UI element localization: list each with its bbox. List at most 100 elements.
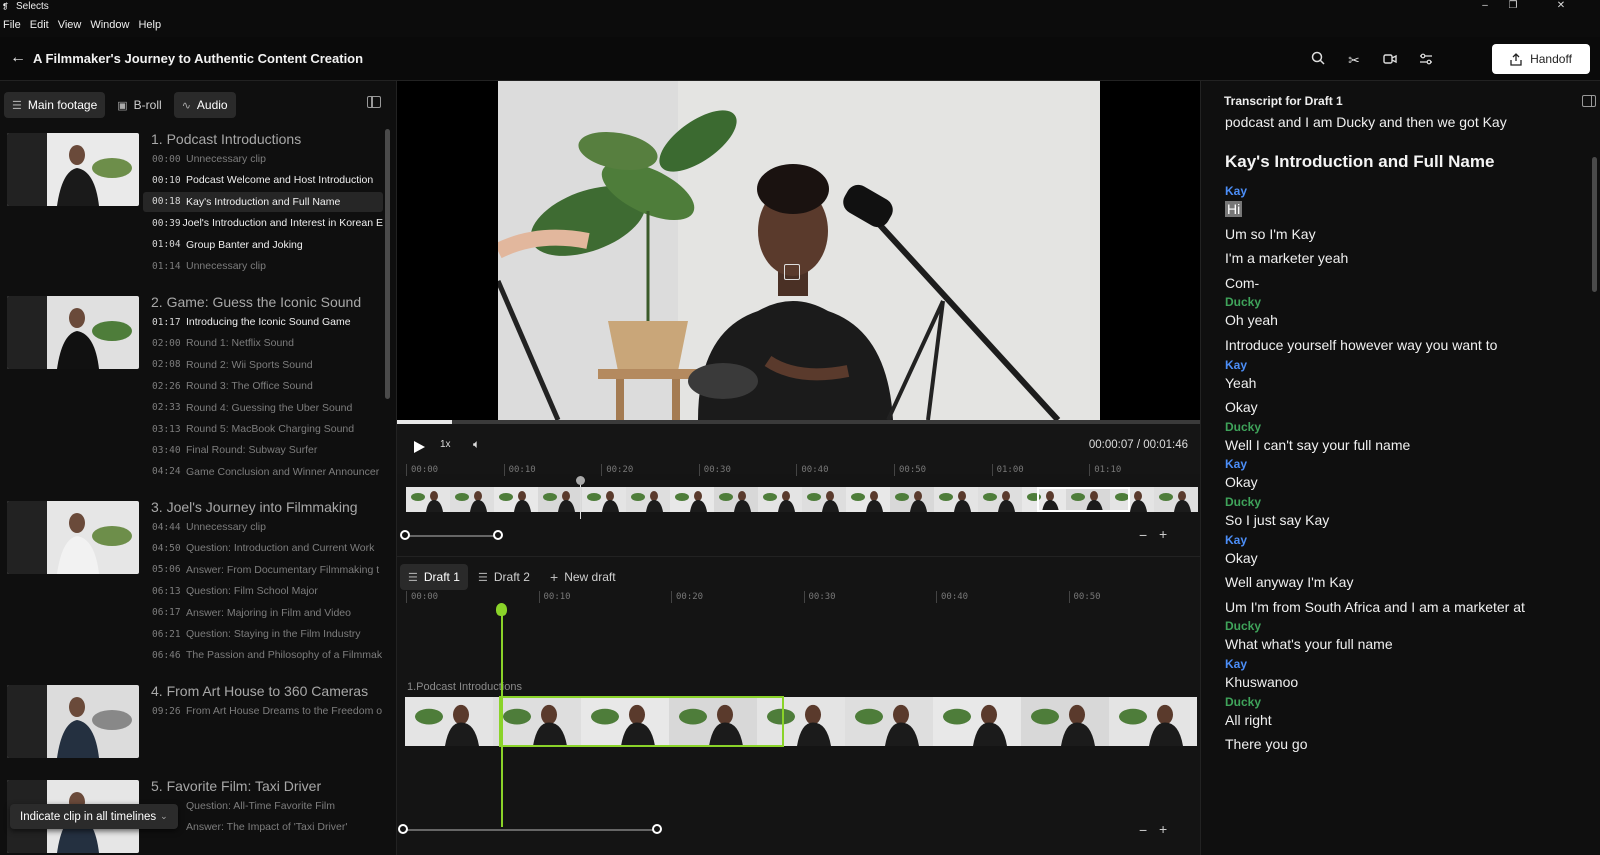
section-title[interactable]: 5. Favorite Film: Taxi Driver <box>151 778 321 794</box>
section-thumbnail[interactable] <box>7 685 139 758</box>
clip-row[interactable]: 01:04 Group Banter and Joking <box>143 235 383 255</box>
clip-row[interactable]: 02:26 Round 3: The Office Sound <box>143 376 383 396</box>
transcript-line[interactable]: Um I'm from South Africa and I am a mark… <box>1225 599 1525 615</box>
menu-edit[interactable]: Edit <box>30 19 49 31</box>
clip-row[interactable]: 09:26 From Art House Dreams to the Freedo… <box>143 701 383 721</box>
source-playhead-knob[interactable] <box>576 476 585 485</box>
tab-audio[interactable]: ∿ Audio <box>173 92 236 118</box>
clip-row[interactable]: 01:17 Introducing the Iconic Sound Game <box>143 312 383 332</box>
clip-row[interactable]: 02:08 Round 2: Wii Sports Sound <box>143 355 383 375</box>
clip-row[interactable]: 06:21 Question: Staying in the Film Indus… <box>143 624 383 644</box>
transcript-line[interactable]: So I just say Kay <box>1225 512 1329 528</box>
draft-playhead[interactable] <box>501 614 503 827</box>
clip-row[interactable]: 04:44 Unnecessary clip <box>143 517 383 537</box>
new-draft-button[interactable]: + New draft <box>542 564 624 590</box>
clip-row[interactable]: 03:13 Round 5: MacBook Charging Sound <box>143 419 383 439</box>
section-thumbnail[interactable] <box>7 296 139 369</box>
clip-row[interactable]: 06:13 Question: Film School Major <box>143 581 383 601</box>
sliders-icon[interactable] <box>1416 50 1436 70</box>
transcript-line[interactable]: Okay <box>1225 474 1258 490</box>
clip-row[interactable]: 05:06 Answer: From Documentary Filmmaking… <box>143 560 383 580</box>
section-list-scrollbar[interactable] <box>385 129 390 399</box>
tab-draft-1[interactable]: ☰ Draft 1 <box>400 564 468 590</box>
tab-draft-2[interactable]: ☰ Draft 2 <box>470 564 538 590</box>
transcript-line[interactable]: There you go <box>1225 736 1308 752</box>
footage-panel: ☰ Main footage ▣ B-roll ∿ Audio 1. Podcast … <box>0 81 397 855</box>
search-icon[interactable] <box>1308 50 1328 70</box>
zoom-in-icon[interactable]: + <box>1159 821 1167 837</box>
zoom-out-icon[interactable]: − <box>1139 527 1147 543</box>
transcript-line[interactable]: Well anyway I'm Kay <box>1225 574 1353 590</box>
back-arrow-icon[interactable]: ← <box>10 49 26 67</box>
transcript-line[interactable]: Hi <box>1225 201 1243 217</box>
transcript-line[interactable]: Okay <box>1225 550 1258 566</box>
clip-row[interactable]: 00:00 Unnecessary clip <box>143 149 383 169</box>
source-zoom-end-handle[interactable] <box>493 530 503 540</box>
section-title[interactable]: 3. Joel's Journey into Filmmaking <box>151 499 358 515</box>
filmstrip-frame <box>1021 697 1109 746</box>
clip-row[interactable]: 02:33 Round 4: Guessing the Uber Sound <box>143 398 383 418</box>
transcript-line[interactable]: All right <box>1225 712 1272 728</box>
indicate-clip-dropdown[interactable]: Indicate clip in all timelines ⌄ <box>10 804 178 829</box>
clip-label: Answer: From Documentary Filmmaking t <box>186 563 380 576</box>
clip-row[interactable]: 03:40 Final Round: Subway Surfer <box>143 440 383 460</box>
transcript-line[interactable]: Um so I'm Kay <box>1225 226 1316 242</box>
clip-label: Round 5: MacBook Charging Sound <box>186 423 355 435</box>
tab-main-footage[interactable]: ☰ Main footage <box>4 92 106 118</box>
source-zoom-start-handle[interactable] <box>400 530 410 540</box>
clip-row[interactable]: 00:10 Podcast Welcome and Host Introducti… <box>143 170 383 190</box>
transcript-line[interactable]: podcast and I am Ducky and then we got K… <box>1225 114 1507 130</box>
speaker-label: Ducky <box>1225 295 1262 310</box>
clip-row[interactable]: 06:17 Answer: Majoring in Film and Video <box>143 603 383 623</box>
collapse-panel-icon[interactable] <box>1582 95 1596 107</box>
close-icon[interactable]: ✕ <box>1541 0 1581 13</box>
handoff-button[interactable]: Handoff <box>1492 44 1590 74</box>
transcript-line[interactable]: Introduce yourself however way you want … <box>1225 337 1497 353</box>
transcript-line[interactable]: Oh yeah <box>1225 312 1278 328</box>
transcript-line[interactable]: Yeah <box>1225 375 1256 391</box>
transcript-line[interactable]: Well I can't say your full name <box>1225 437 1410 453</box>
section-title[interactable]: 4. From Art House to 360 Cameras <box>151 683 368 699</box>
clip-row[interactable]: 02:00 Round 1: Netflix Sound <box>143 333 383 353</box>
clip-row[interactable]: Question: All-Time Favorite Film <box>143 796 383 816</box>
menu-help[interactable]: Help <box>138 19 161 31</box>
zoom-in-icon[interactable]: + <box>1159 526 1167 542</box>
transcript-line[interactable]: Com- <box>1225 275 1259 291</box>
menu-file[interactable]: File <box>3 19 21 31</box>
collapse-panel-icon[interactable] <box>367 96 381 108</box>
section-thumbnail[interactable] <box>7 501 139 574</box>
transcript-line[interactable]: I'm a marketer yeah <box>1225 250 1348 266</box>
tab-b-roll[interactable]: ▣ B-roll <box>109 92 169 118</box>
draft-playhead-knob[interactable] <box>496 603 507 616</box>
source-playhead[interactable] <box>580 479 581 519</box>
clip-row[interactable]: Answer: The Impact of 'Taxi Driver' <box>143 817 383 837</box>
scissors-icon[interactable]: ✂ <box>1344 50 1364 70</box>
transcript-line[interactable]: Okay <box>1225 399 1258 415</box>
menu-window[interactable]: Window <box>90 19 129 31</box>
clip-row[interactable]: 06:46 The Passion and Philosophy of a Fil… <box>143 645 383 665</box>
clip-row[interactable]: 01:14 Unnecessary clip <box>143 256 383 276</box>
playback-speed[interactable]: 1x <box>440 439 451 450</box>
section-title[interactable]: 1. Podcast Introductions <box>151 131 301 147</box>
speaker-label: Kay <box>1225 532 1248 547</box>
play-icon[interactable] <box>414 441 425 453</box>
section-thumbnail[interactable] <box>7 133 139 206</box>
transcript-line[interactable]: What what's your full name <box>1225 636 1393 652</box>
video-player[interactable] <box>397 81 1200 420</box>
highlighted-word[interactable]: Hi <box>1225 201 1243 217</box>
draft-timeline-strip[interactable] <box>405 697 1200 746</box>
clip-row[interactable]: 04:50 Question: Introduction and Current … <box>143 538 383 558</box>
transcript-scrollbar[interactable] <box>1592 157 1597 292</box>
video-camera-icon[interactable] <box>1380 50 1400 70</box>
zoom-out-icon[interactable]: − <box>1139 822 1147 838</box>
section-title[interactable]: 2. Game: Guess the Iconic Sound <box>151 294 361 310</box>
clip-row[interactable]: 04:24 Game Conclusion and Winner Announce… <box>143 462 383 482</box>
restore-icon[interactable]: ❐ <box>1493 0 1533 13</box>
menu-view[interactable]: View <box>58 19 82 31</box>
clip-row[interactable]: 00:39 Joel's Introduction and Interest in… <box>143 213 383 233</box>
transcript-line[interactable]: Khuswanoo <box>1225 674 1298 690</box>
clip-row[interactable]: 00:18 Kay's Introduction and Full Name <box>143 191 383 212</box>
volume-icon[interactable]: 🔈︎ <box>473 437 480 452</box>
draft-zoom-end-handle[interactable] <box>652 824 662 834</box>
draft-zoom-start-handle[interactable] <box>398 824 408 834</box>
